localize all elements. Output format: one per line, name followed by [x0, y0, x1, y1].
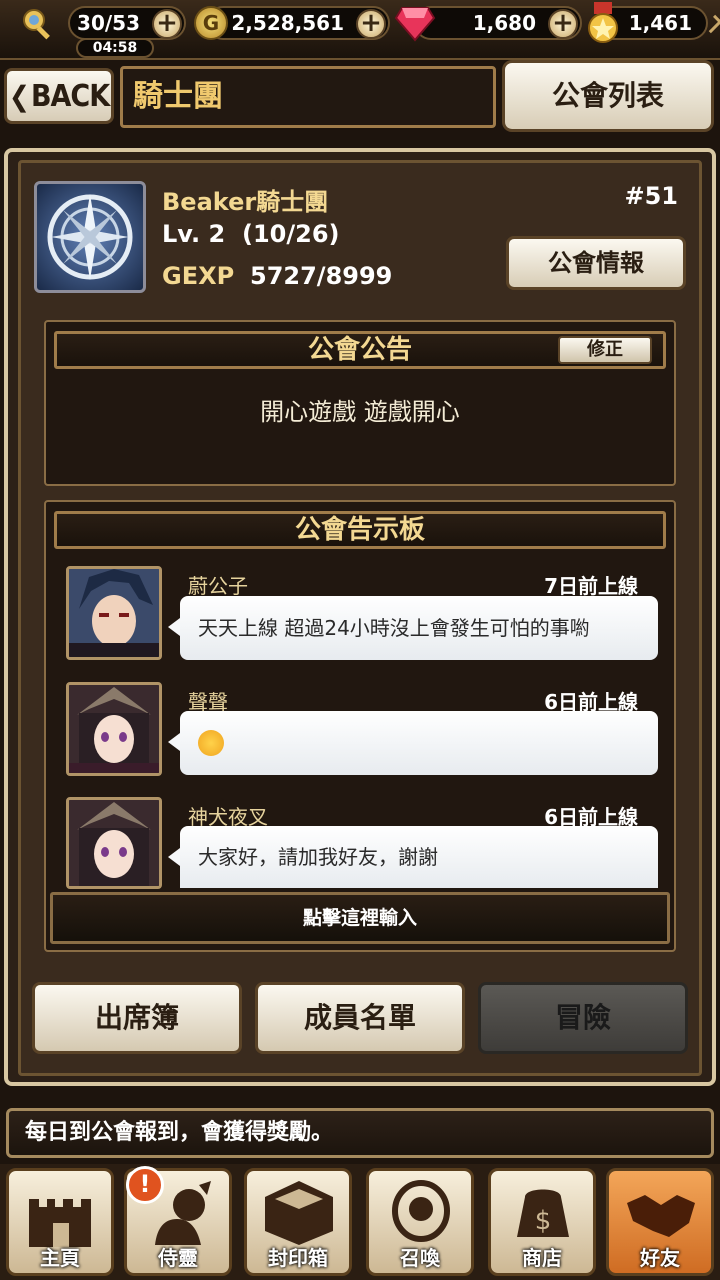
post-message: 天天上線 超過24小時沒上會發生可怕的事喲 — [168, 596, 658, 660]
nav-label: 好友 — [640, 1246, 680, 1270]
bulletin-board-title: 公會告示板 — [54, 511, 666, 549]
crying-emoji-icon — [198, 729, 224, 756]
guild-info-button[interactable]: 公會情報 — [506, 236, 686, 290]
nav-shop[interactable]: $ 商店 — [488, 1168, 596, 1276]
nav-label: 商店 — [522, 1246, 562, 1270]
gold-coin-icon: G — [194, 6, 228, 40]
nav-summon[interactable]: 召喚 — [366, 1168, 474, 1276]
nav-label: 侍靈 — [158, 1246, 198, 1270]
nav-label: 封印箱 — [268, 1246, 328, 1270]
gem-counter: 1,680 + — [414, 6, 582, 40]
back-button[interactable]: ❮ BACK — [4, 68, 114, 124]
nav-label: 召喚 — [400, 1246, 440, 1270]
bottom-nav: 主頁 侍靈 封印箱 召喚 $ 商店 好友 — [0, 1164, 720, 1280]
nav-label: 主頁 — [40, 1246, 80, 1270]
stamina-value: 30/53 — [77, 11, 140, 35]
post-time: 7日前上線 — [544, 574, 638, 598]
gold-counter: 2,528,561 + — [206, 6, 390, 40]
member-list-button[interactable]: 成員名單 — [255, 982, 465, 1054]
svg-text:$: $ — [535, 1206, 552, 1236]
nav-friends[interactable]: 好友 — [606, 1168, 714, 1276]
nav-home[interactable]: 主頁 — [6, 1168, 114, 1276]
gold-value: 2,528,561 — [231, 11, 344, 35]
page-title: 騎士團 — [120, 66, 496, 128]
avatar[interactable] — [66, 797, 162, 889]
adventure-button[interactable]: 冒險 — [478, 982, 688, 1054]
avatar[interactable] — [66, 566, 162, 660]
medal-value: 1,461 — [628, 11, 692, 35]
post-input[interactable]: 點擊這裡輸入 — [50, 892, 670, 944]
handshake-icon — [627, 1195, 695, 1237]
stamina-counter: 30/53 + — [68, 6, 186, 40]
stamina-timer: 04:58 — [76, 38, 154, 58]
post-author: 蔚公子 — [188, 574, 248, 598]
gem-value: 1,680 — [472, 11, 536, 35]
add-gem-button[interactable]: + — [548, 9, 578, 39]
castle-icon — [29, 1199, 91, 1247]
post-message — [168, 711, 658, 775]
guild-name: Beaker騎士團 — [162, 188, 329, 216]
guild-level: Lv. 2 — [162, 220, 226, 248]
attendance-button[interactable]: 出席簿 — [32, 982, 242, 1054]
summon-icon — [392, 1180, 450, 1242]
alert-badge: ! — [126, 1166, 164, 1204]
add-stamina-button[interactable]: + — [152, 9, 182, 39]
medal-icon — [584, 2, 622, 44]
post-message: 大家好，請加我好友，謝謝 — [168, 826, 658, 888]
guild-list-button[interactable]: 公會列表 — [502, 60, 714, 132]
guild-rank: #51 — [624, 182, 678, 210]
notice-bar: 每日到公會報到，會獲得獎勵。 — [6, 1108, 714, 1158]
guild-emblem-icon — [34, 181, 146, 293]
edit-announcement-button[interactable]: 修正 — [558, 336, 652, 364]
announcement-text: 開心遊戲 遊戲開心 — [260, 398, 460, 426]
avatar[interactable] — [66, 682, 162, 776]
add-gold-button[interactable]: + — [356, 9, 386, 39]
back-label: BACK — [30, 78, 110, 114]
back-arrow-icon: ❮ — [8, 79, 30, 113]
key-icon — [20, 6, 56, 42]
guild-member-count: (10/26) — [242, 220, 340, 248]
gem-icon — [394, 4, 436, 42]
gexp-value: 5727/8999 — [250, 262, 393, 290]
nav-seal-box[interactable]: 封印箱 — [244, 1168, 352, 1276]
seal-box-icon — [265, 1181, 333, 1245]
shop-icon: $ — [517, 1189, 569, 1237]
gexp-label: GEXP — [162, 262, 235, 290]
